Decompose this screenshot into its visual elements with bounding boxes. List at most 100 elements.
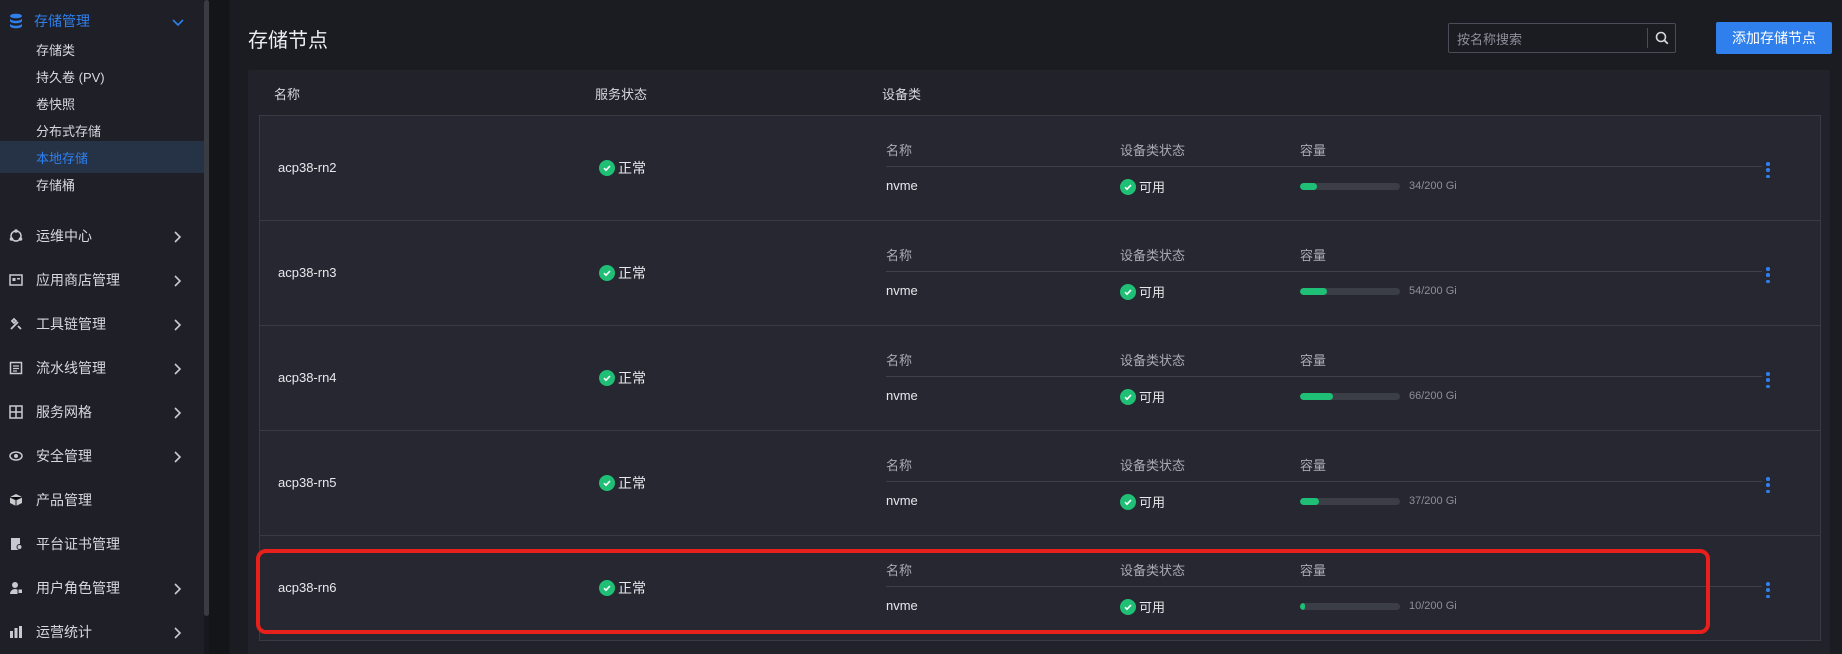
device-name: nvme	[886, 178, 918, 193]
device-status-text: 可用	[1139, 390, 1166, 405]
sidebar-item[interactable]: 工具链管理	[0, 302, 204, 346]
chevron-right-icon	[172, 582, 182, 598]
check-circle-icon	[599, 160, 615, 176]
capacity-header: 容量	[1300, 353, 1327, 368]
search-icon[interactable]	[1651, 27, 1673, 49]
device-name: nvme	[886, 388, 918, 403]
more-actions-icon[interactable]	[1760, 265, 1776, 285]
column-header-device-class: 设备类	[882, 87, 922, 102]
check-circle-icon	[599, 475, 615, 491]
device-status-header: 设备类状态	[1120, 353, 1186, 368]
tools-icon	[8, 316, 24, 332]
more-actions-icon[interactable]	[1760, 475, 1776, 495]
sidebar-item-label: 工具链管理	[36, 316, 106, 332]
sidebar-item-label: 用户角色管理	[36, 580, 120, 596]
table-row: acp38-rn4 正常 名称 设备类状态 容量 nvme 可用 66/200 Gi	[259, 325, 1821, 431]
capacity-bar-fill	[1300, 393, 1333, 400]
capacity-bar	[1300, 183, 1400, 190]
sidebar-item-label: 平台证书管理	[36, 536, 120, 552]
more-actions-icon[interactable]	[1760, 160, 1776, 180]
device-status-header: 设备类状态	[1120, 248, 1186, 263]
chevron-right-icon	[172, 230, 182, 246]
sidebar-item[interactable]: 运维中心	[0, 214, 204, 258]
chevron-right-icon	[172, 450, 182, 466]
node-name: acp38-rn4	[278, 370, 337, 385]
sidebar-item-label: 流水线管理	[36, 360, 106, 376]
device-name-header: 名称	[886, 143, 913, 158]
more-actions-icon[interactable]	[1760, 370, 1776, 390]
node-name: acp38-rn2	[278, 160, 337, 175]
capacity-bar-fill	[1300, 183, 1317, 190]
sub-divider	[886, 481, 1762, 482]
device-name-header: 名称	[886, 458, 913, 473]
column-header-name: 名称	[274, 87, 301, 102]
device-name: nvme	[886, 493, 918, 508]
sub-divider	[886, 166, 1762, 167]
chevron-right-icon	[172, 362, 182, 378]
device-status: 可用	[1120, 177, 1165, 196]
pipeline-icon	[8, 360, 24, 376]
device-status-text: 可用	[1139, 495, 1166, 510]
add-storage-node-button[interactable]: 添加存储节点	[1716, 22, 1832, 54]
node-name: acp38-rn5	[278, 475, 337, 490]
chevron-right-icon	[172, 274, 182, 290]
chevron-right-icon	[172, 406, 182, 422]
sidebar-item[interactable]: 平台证书管理	[0, 522, 204, 566]
table-row: acp38-rn5 正常 名称 设备类状态 容量 nvme 可用 37/200 Gi	[259, 430, 1821, 536]
column-header-service-status: 服务状态	[595, 87, 648, 102]
service-status-text: 正常	[618, 160, 646, 176]
capacity-text: 37/200 Gi	[1409, 495, 1457, 507]
service-status: 正常	[599, 473, 646, 493]
sub-divider	[886, 271, 1762, 272]
service-status-text: 正常	[618, 370, 646, 386]
sidebar-item[interactable]: 运营统计	[0, 610, 204, 654]
check-circle-icon	[1120, 493, 1136, 510]
service-status-text: 正常	[618, 475, 646, 491]
sidebar-item[interactable]: 产品管理	[0, 478, 204, 522]
device-status: 可用	[1120, 492, 1165, 511]
capacity-bar	[1300, 288, 1400, 295]
sidebar-item[interactable]: 用户角色管理	[0, 566, 204, 610]
device-status: 可用	[1120, 387, 1165, 406]
search-input[interactable]	[1455, 27, 1639, 51]
device-status-text: 可用	[1139, 180, 1166, 195]
service-status: 正常	[599, 368, 646, 388]
capacity-text: 54/200 Gi	[1409, 285, 1457, 297]
sidebar-item-label: 安全管理	[36, 448, 92, 464]
sidebar-item[interactable]: 应用商店管理	[0, 258, 204, 302]
user-role-icon	[8, 580, 24, 596]
check-circle-icon	[1120, 283, 1136, 300]
mesh-icon	[8, 404, 24, 420]
device-name-header: 名称	[886, 248, 913, 263]
sidebar: 存储管理 存储类 持久卷 (PV) 卷快照 分布式存储 本地存储 存储桶 运维中心 应用商店…	[0, 0, 204, 654]
device-name: nvme	[886, 283, 918, 298]
sidebar-subitem[interactable]: 存储桶	[0, 168, 204, 200]
sidebar-item-label: 产品管理	[36, 492, 92, 508]
more-actions-icon[interactable]	[1760, 580, 1776, 600]
sidebar-item-label: 运维中心	[36, 228, 92, 244]
product-icon	[8, 492, 24, 508]
sidebar-item-label: 服务网格	[36, 404, 92, 420]
capacity-bar	[1300, 393, 1400, 400]
capacity-text: 34/200 Gi	[1409, 180, 1457, 192]
app-store-icon	[8, 272, 24, 288]
check-circle-icon	[1120, 388, 1136, 405]
table-row: acp38-rn3 正常 名称 设备类状态 容量 nvme 可用 54/200 Gi	[259, 220, 1821, 326]
operations-icon	[8, 228, 24, 244]
capacity-bar-fill	[1300, 498, 1319, 505]
check-circle-icon	[1120, 178, 1136, 195]
sidebar-item[interactable]: 流水线管理	[0, 346, 204, 390]
sidebar-item[interactable]: 服务网格	[0, 390, 204, 434]
search-box	[1448, 23, 1676, 53]
device-status-header: 设备类状态	[1120, 458, 1186, 473]
sidebar-item-label: 运营统计	[36, 624, 92, 640]
chevron-right-icon	[172, 626, 182, 642]
sidebar-group-label: 存储管理	[34, 13, 90, 29]
stats-icon	[8, 624, 24, 640]
chevron-right-icon	[172, 318, 182, 334]
device-status: 可用	[1120, 282, 1165, 301]
highlight-box	[256, 549, 1710, 634]
sidebar-item[interactable]: 安全管理	[0, 434, 204, 478]
sidebar-item-label: 应用商店管理	[36, 272, 120, 288]
database-icon	[8, 13, 24, 29]
